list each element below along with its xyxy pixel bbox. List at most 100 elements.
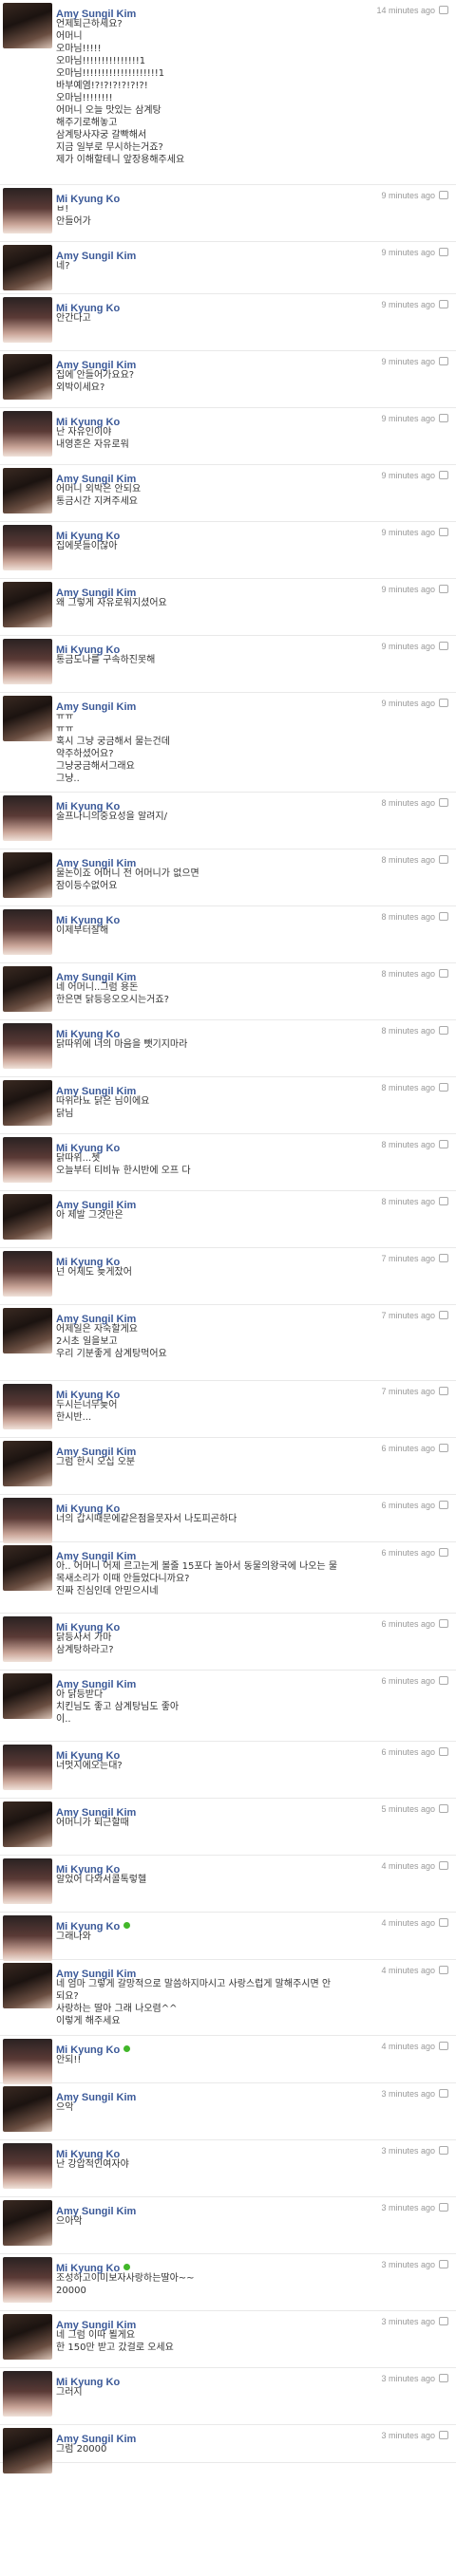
chat-bubble-icon[interactable] xyxy=(439,855,448,865)
avatar[interactable] xyxy=(3,1673,52,1719)
chat-bubble-icon[interactable] xyxy=(439,1387,448,1396)
avatar[interactable] xyxy=(3,1858,52,1904)
chat-bubble-icon[interactable] xyxy=(439,528,448,537)
sender-name-link[interactable]: Amy Sungil Kim xyxy=(56,9,136,20)
avatar[interactable] xyxy=(3,2143,52,2189)
sender-name-link[interactable]: Amy Sungil Kim xyxy=(56,1551,136,1562)
avatar[interactable] xyxy=(3,2371,52,2417)
avatar[interactable] xyxy=(3,188,52,233)
chat-bubble-icon[interactable] xyxy=(439,912,448,922)
sender-name-link[interactable]: Mi Kyung Ko xyxy=(56,2377,120,2388)
chat-bubble-icon[interactable] xyxy=(439,414,448,423)
chat-bubble-icon[interactable] xyxy=(439,1918,448,1928)
sender-name-link[interactable]: Mi Kyung Ko xyxy=(56,1029,120,1040)
avatar[interactable] xyxy=(3,354,52,400)
avatar[interactable] xyxy=(3,582,52,627)
avatar[interactable] xyxy=(3,2086,52,2132)
chat-bubble-icon[interactable] xyxy=(439,1676,448,1686)
chat-bubble-icon[interactable] xyxy=(439,1254,448,1263)
chat-bubble-icon[interactable] xyxy=(439,1140,448,1149)
sender-name-link[interactable]: Mi Kyung Ko xyxy=(56,2044,120,2056)
sender-name-link[interactable]: Amy Sungil Kim xyxy=(56,972,136,983)
sender-name-link[interactable]: Amy Sungil Kim xyxy=(56,1200,136,1211)
avatar[interactable] xyxy=(3,1915,52,1961)
sender-name-link[interactable]: Amy Sungil Kim xyxy=(56,1086,136,1097)
sender-name-link[interactable]: Mi Kyung Ko xyxy=(56,1921,120,1932)
avatar[interactable] xyxy=(3,245,52,290)
sender-name-link[interactable]: Amy Sungil Kim xyxy=(56,1807,136,1819)
avatar[interactable] xyxy=(3,2257,52,2303)
chat-bubble-icon[interactable] xyxy=(439,2317,448,2326)
avatar[interactable] xyxy=(3,1137,52,1183)
chat-bubble-icon[interactable] xyxy=(439,191,448,200)
chat-bubble-icon[interactable] xyxy=(439,300,448,309)
avatar[interactable] xyxy=(3,1308,52,1353)
chat-bubble-icon[interactable] xyxy=(439,6,448,15)
avatar[interactable] xyxy=(3,1080,52,1126)
avatar[interactable] xyxy=(3,1801,52,1847)
chat-bubble-icon[interactable] xyxy=(439,585,448,594)
avatar[interactable] xyxy=(3,2200,52,2246)
sender-name-link[interactable]: Amy Sungil Kim xyxy=(56,2320,136,2331)
sender-name-link[interactable]: Mi Kyung Ko xyxy=(56,1257,120,1268)
avatar[interactable] xyxy=(3,1498,52,1543)
sender-name-link[interactable]: Mi Kyung Ko xyxy=(56,801,120,812)
chat-bubble-icon[interactable] xyxy=(439,471,448,480)
chat-bubble-icon[interactable] xyxy=(439,1501,448,1510)
sender-name-link[interactable]: Mi Kyung Ko xyxy=(56,531,120,542)
chat-bubble-icon[interactable] xyxy=(439,1804,448,1814)
sender-name-link[interactable]: Amy Sungil Kim xyxy=(56,1679,136,1690)
chat-bubble-icon[interactable] xyxy=(439,1861,448,1871)
avatar[interactable] xyxy=(3,1616,52,1662)
chat-bubble-icon[interactable] xyxy=(439,642,448,651)
sender-name-link[interactable]: Amy Sungil Kim xyxy=(56,1314,136,1325)
sender-name-link[interactable]: Mi Kyung Ko xyxy=(56,194,120,205)
sender-name-link[interactable]: Mi Kyung Ko xyxy=(56,1143,120,1154)
chat-bubble-icon[interactable] xyxy=(439,1026,448,1036)
avatar[interactable] xyxy=(3,639,52,684)
sender-name-link[interactable]: Mi Kyung Ko xyxy=(56,2263,120,2274)
sender-name-link[interactable]: Mi Kyung Ko xyxy=(56,303,120,314)
avatar[interactable] xyxy=(3,411,52,457)
sender-name-link[interactable]: Mi Kyung Ko xyxy=(56,644,120,656)
sender-name-link[interactable]: Mi Kyung Ko xyxy=(56,915,120,926)
avatar[interactable] xyxy=(3,297,52,343)
sender-name-link[interactable]: Amy Sungil Kim xyxy=(56,701,136,713)
sender-name-link[interactable]: Amy Sungil Kim xyxy=(56,1969,136,1980)
chat-bubble-icon[interactable] xyxy=(439,1966,448,1975)
avatar[interactable] xyxy=(3,852,52,898)
sender-name-link[interactable]: Amy Sungil Kim xyxy=(56,2206,136,2217)
avatar[interactable] xyxy=(3,1745,52,1790)
avatar[interactable] xyxy=(3,1194,52,1240)
chat-bubble-icon[interactable] xyxy=(439,1747,448,1757)
chat-bubble-icon[interactable] xyxy=(439,1548,448,1558)
avatar[interactable] xyxy=(3,1441,52,1486)
sender-name-link[interactable]: Amy Sungil Kim xyxy=(56,858,136,869)
sender-name-link[interactable]: Mi Kyung Ko xyxy=(56,1622,120,1633)
avatar[interactable] xyxy=(3,1545,52,1591)
chat-bubble-icon[interactable] xyxy=(439,2089,448,2099)
avatar[interactable] xyxy=(3,468,52,513)
sender-name-link[interactable]: Mi Kyung Ko xyxy=(56,417,120,428)
avatar[interactable] xyxy=(3,1251,52,1297)
avatar[interactable] xyxy=(3,2314,52,2360)
sender-name-link[interactable]: Mi Kyung Ko xyxy=(56,1390,120,1401)
avatar[interactable] xyxy=(3,696,52,741)
avatar[interactable] xyxy=(3,1023,52,1069)
avatar[interactable] xyxy=(3,909,52,955)
chat-bubble-icon[interactable] xyxy=(439,2260,448,2269)
avatar[interactable] xyxy=(3,3,52,48)
chat-bubble-icon[interactable] xyxy=(439,357,448,366)
avatar[interactable] xyxy=(3,2039,52,2084)
chat-bubble-icon[interactable] xyxy=(439,2431,448,2440)
sender-name-link[interactable]: Amy Sungil Kim xyxy=(56,474,136,485)
chat-bubble-icon[interactable] xyxy=(439,699,448,708)
chat-bubble-icon[interactable] xyxy=(439,2203,448,2212)
chat-bubble-icon[interactable] xyxy=(439,1444,448,1453)
sender-name-link[interactable]: Amy Sungil Kim xyxy=(56,360,136,371)
sender-name-link[interactable]: Amy Sungil Kim xyxy=(56,2092,136,2103)
chat-bubble-icon[interactable] xyxy=(439,2042,448,2051)
chat-bubble-icon[interactable] xyxy=(439,969,448,979)
chat-bubble-icon[interactable] xyxy=(439,798,448,808)
chat-bubble-icon[interactable] xyxy=(439,2374,448,2383)
